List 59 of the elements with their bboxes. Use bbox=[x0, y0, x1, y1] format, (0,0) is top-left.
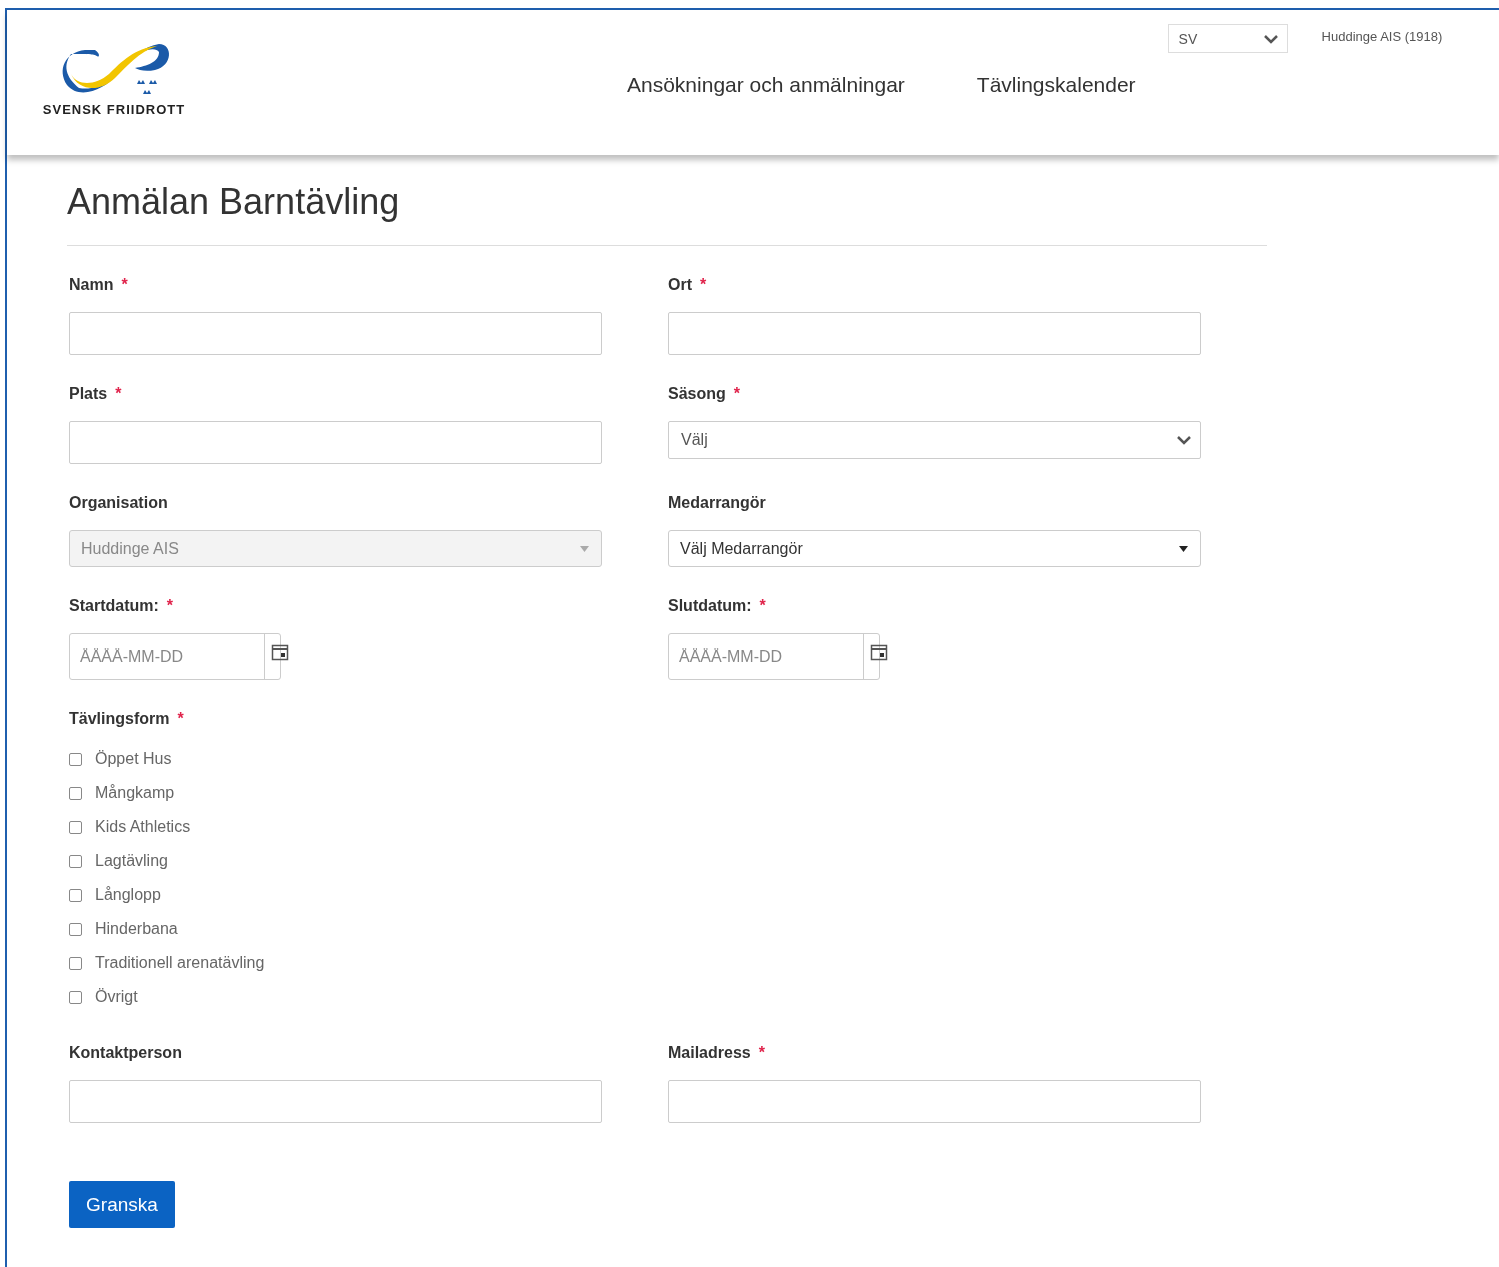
caret-down-icon bbox=[580, 545, 589, 552]
required-marker: * bbox=[115, 385, 122, 404]
text-input-field[interactable] bbox=[69, 421, 602, 464]
caret-down-icon bbox=[1179, 545, 1188, 552]
text-input-field[interactable] bbox=[668, 312, 1201, 355]
field-label-text: Medarrangör bbox=[668, 494, 766, 513]
nav-link[interactable]: Ansökningar och anmälningar bbox=[627, 73, 905, 97]
checkbox-label: Hinderbana bbox=[95, 920, 178, 938]
calendar-icon bbox=[870, 643, 888, 661]
field-label-text: Tävlingsform bbox=[69, 710, 170, 729]
logo-text: SVENSK FRIIDROTT bbox=[42, 102, 186, 117]
submit-button[interactable]: Granska bbox=[69, 1181, 175, 1228]
required-marker: * bbox=[166, 597, 173, 616]
text-input-field[interactable] bbox=[668, 1080, 1201, 1123]
field-label-text: Säsong bbox=[668, 385, 726, 404]
checkbox-label: Långlopp bbox=[95, 886, 161, 904]
nav-link[interactable]: Tävlingskalender bbox=[976, 73, 1136, 97]
checkbox[interactable] bbox=[69, 990, 82, 1004]
chevron-down-icon bbox=[1176, 435, 1192, 445]
dropdown-value: Huddinge AIS bbox=[81, 539, 179, 558]
language-value: SV bbox=[1178, 30, 1198, 47]
checkbox-label: Lagtävling bbox=[95, 852, 168, 870]
checkbox[interactable] bbox=[69, 786, 82, 800]
checkbox[interactable] bbox=[69, 956, 82, 970]
field-label-text: Kontaktperson bbox=[69, 1044, 182, 1063]
field-label-text: Namn bbox=[69, 276, 114, 295]
field-label-text: Startdatum: bbox=[69, 597, 159, 616]
checkbox[interactable] bbox=[69, 922, 82, 936]
required-marker: * bbox=[758, 1044, 765, 1063]
page-title: Anmälan Barntävling bbox=[67, 181, 1267, 246]
dropdown-field[interactable]: Välj Medarrangör bbox=[668, 530, 1201, 567]
language-select[interactable]: SV bbox=[1167, 24, 1288, 53]
checkbox[interactable] bbox=[69, 752, 82, 766]
checkbox-label: Kids Athletics bbox=[95, 818, 191, 836]
required-marker: * bbox=[759, 597, 766, 616]
dropdown-value: Välj Medarrangör bbox=[680, 539, 803, 558]
checkbox[interactable] bbox=[69, 888, 82, 902]
checkbox[interactable] bbox=[69, 820, 82, 834]
required-marker: * bbox=[121, 276, 128, 295]
checkbox-label: Öppet Hus bbox=[95, 750, 172, 768]
text-input-field[interactable] bbox=[69, 1080, 602, 1123]
user-organization: Huddinge AIS (1918) bbox=[1321, 29, 1443, 44]
text-input-field[interactable] bbox=[69, 312, 602, 355]
field-label-text: Ort bbox=[668, 276, 692, 295]
checkbox-label: Mångkamp bbox=[95, 784, 175, 802]
checkbox[interactable] bbox=[69, 854, 82, 868]
field-label-text: Slutdatum: bbox=[668, 597, 752, 616]
select-field[interactable]: Välj bbox=[668, 421, 1201, 459]
required-marker: * bbox=[700, 276, 707, 295]
required-marker: * bbox=[177, 710, 184, 729]
field-label-text: Plats bbox=[69, 385, 108, 404]
checkbox-label: Övrigt bbox=[95, 988, 138, 1006]
calendar-icon bbox=[271, 643, 289, 661]
checkbox-label: Traditionell arenatävling bbox=[95, 954, 265, 972]
field-label-text: Organisation bbox=[69, 494, 168, 513]
chevron-down-icon bbox=[1262, 33, 1279, 44]
field-label-text: Mailadress bbox=[668, 1044, 751, 1063]
required-marker: * bbox=[733, 385, 741, 404]
select-value: Välj bbox=[681, 431, 708, 449]
